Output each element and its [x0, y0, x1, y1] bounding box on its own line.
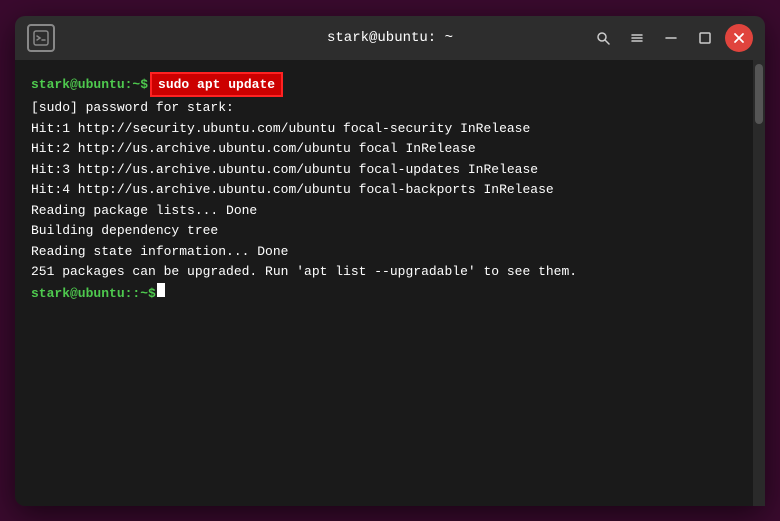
window-controls — [589, 24, 753, 52]
terminal-line-8: Building dependency tree — [31, 221, 749, 241]
titlebar: stark@ubuntu: ~ — [15, 16, 765, 60]
prompt-2: stark@ubuntu: — [31, 284, 132, 304]
prompt-1-tilde: ~$ — [132, 75, 148, 95]
scrollbar-thumb[interactable] — [755, 64, 763, 124]
terminal-line-2: [sudo] password for stark: — [31, 98, 749, 118]
cursor — [157, 283, 165, 297]
line-reading: Reading package lists... Done — [31, 201, 257, 221]
scrollbar-track[interactable] — [753, 60, 765, 506]
terminal-line-6: Hit:4 http://us.archive.ubuntu.com/ubunt… — [31, 180, 749, 200]
minimize-button[interactable] — [657, 24, 685, 52]
close-button[interactable] — [725, 24, 753, 52]
menu-button[interactable] — [623, 24, 651, 52]
terminal-line-5: Hit:3 http://us.archive.ubuntu.com/ubunt… — [31, 160, 749, 180]
line-hit4: Hit:4 http://us.archive.ubuntu.com/ubunt… — [31, 180, 554, 200]
line-hit2: Hit:2 http://us.archive.ubuntu.com/ubunt… — [31, 139, 476, 159]
prompt-1: stark@ubuntu: — [31, 75, 132, 95]
window-title: stark@ubuntu: ~ — [327, 30, 453, 46]
terminal-line-4: Hit:2 http://us.archive.ubuntu.com/ubunt… — [31, 139, 749, 159]
terminal-line-7: Reading package lists... Done — [31, 201, 749, 221]
titlebar-left — [27, 24, 55, 52]
prompt-2-symbol: :~$ — [132, 284, 155, 304]
line-hit1: Hit:1 http://security.ubuntu.com/ubuntu … — [31, 119, 530, 139]
line-hit3: Hit:3 http://us.archive.ubuntu.com/ubunt… — [31, 160, 538, 180]
terminal-line-9: Reading state information... Done — [31, 242, 749, 262]
terminal-icon — [27, 24, 55, 52]
line-password: [sudo] password for stark: — [31, 98, 234, 118]
line-packages: 251 packages can be upgraded. Run 'apt l… — [31, 262, 577, 282]
terminal-line-11: stark@ubuntu: :~$ — [31, 283, 749, 304]
search-button[interactable] — [589, 24, 617, 52]
terminal-line-1: stark@ubuntu: ~$ sudo apt update — [31, 72, 749, 98]
maximize-button[interactable] — [691, 24, 719, 52]
terminal-line-3: Hit:1 http://security.ubuntu.com/ubuntu … — [31, 119, 749, 139]
terminal-body[interactable]: stark@ubuntu: ~$ sudo apt update [sudo] … — [15, 60, 765, 506]
command-highlighted: sudo apt update — [150, 72, 283, 98]
window-frame: stark@ubuntu: ~ — [15, 16, 765, 506]
terminal-line-10: 251 packages can be upgraded. Run 'apt l… — [31, 262, 749, 282]
line-reading-state: Reading state information... Done — [31, 242, 288, 262]
terminal-window: stark@ubuntu: ~ — [15, 16, 765, 506]
line-building: Building dependency tree — [31, 221, 218, 241]
